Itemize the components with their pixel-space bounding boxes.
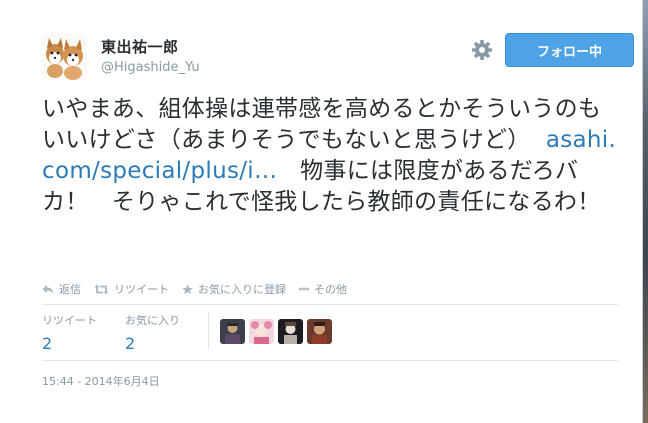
favoriter-avatar[interactable] (278, 319, 303, 344)
user-handle[interactable]: @Higashide_Yu (101, 60, 200, 75)
following-button[interactable]: フォロー中 (505, 33, 634, 67)
favorite-stat[interactable]: お気に入り 2 (125, 312, 180, 353)
gear-icon[interactable] (470, 38, 494, 62)
retweet-stat-label: リツイート (42, 314, 97, 327)
favoriter-avatar[interactable] (249, 319, 274, 344)
retweet-button[interactable]: リツイート (94, 281, 169, 297)
retweet-icon (94, 284, 109, 294)
favoriter-avatar[interactable] (220, 319, 245, 344)
avatar[interactable] (41, 34, 87, 80)
tweet-text: いやまあ、組体操は連帯感を高めるとかそういうのもいいけどさ（あまりそうでもないと… (42, 94, 617, 218)
tweet-actions: 返信 リツイート お気に入りに登録 その他 (42, 280, 360, 298)
reply-button[interactable]: 返信 (42, 281, 81, 297)
divider (42, 360, 618, 361)
favoriter-avatar[interactable] (307, 319, 332, 344)
retweet-label: リツイート (114, 283, 169, 296)
display-name[interactable]: 東出祐一郎 (101, 36, 179, 57)
retweet-stat[interactable]: リツイート 2 (42, 312, 97, 353)
favorite-stat-label: お気に入り (125, 314, 180, 327)
tweet-card: 東出祐一郎 @Higashide_Yu フォロー中 いやまあ、組体操は連帯感を高… (0, 0, 643, 423)
more-label: その他 (314, 283, 347, 296)
tweet-text-part-1: いやまあ、組体操は連帯感を高めるとかそういうのもいいけどさ（あまりそうでもないと… (42, 96, 602, 153)
favorite-button[interactable]: お気に入りに登録 (182, 281, 286, 297)
more-icon (299, 287, 309, 291)
divider (42, 304, 618, 305)
favorite-label: お気に入りに登録 (198, 283, 286, 296)
stat-divider (208, 312, 209, 350)
reply-label: 返信 (59, 283, 81, 296)
more-button[interactable]: その他 (299, 281, 347, 297)
tweet-timestamp[interactable]: 15:44 - 2014年6月4日 (42, 373, 160, 389)
star-icon (182, 283, 193, 294)
retweet-count[interactable]: 2 (42, 334, 97, 353)
reply-icon (42, 284, 54, 294)
favorite-count[interactable]: 2 (125, 334, 180, 353)
favoriter-avatars (220, 319, 336, 344)
